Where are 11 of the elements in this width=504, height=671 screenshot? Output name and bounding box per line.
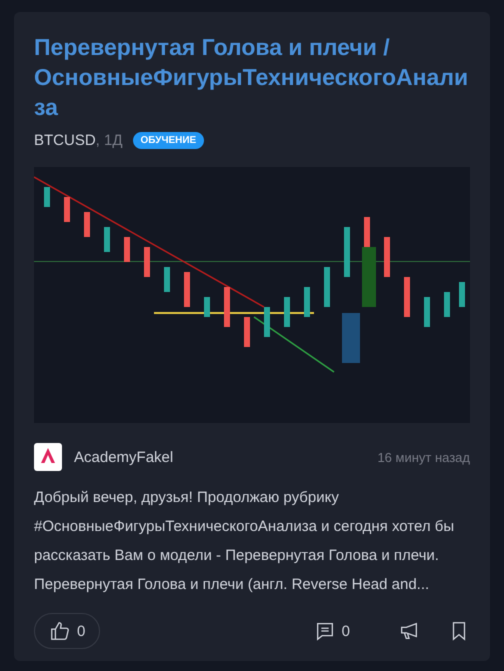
comments-button[interactable]: 0 bbox=[314, 620, 350, 642]
like-button[interactable]: 0 bbox=[34, 613, 100, 649]
author-name[interactable]: AcademyFakel bbox=[74, 448, 174, 466]
megaphone-icon[interactable] bbox=[398, 620, 420, 642]
symbol-link[interactable]: BTCUSD bbox=[34, 132, 96, 149]
thumbs-up-icon bbox=[49, 620, 71, 642]
interval-label: , 1Д bbox=[96, 132, 123, 149]
post-title[interactable]: Перевернутая Голова и плечи / ОсновныеФигурыТехническогоАнализа bbox=[34, 32, 470, 122]
avatar-icon[interactable] bbox=[34, 443, 62, 471]
post-time: 16 минут назад bbox=[377, 450, 470, 464]
post-text: Добрый вечер, друзья! Продолжаю рубрику #ОсновныеФигурыТехническогоАнализа и сегодня хотел бы рассказать Вам о модели - Перевернутая Голова и плечи. Перевернутая Голова и плечи (англ. Reverse Head and... bbox=[34, 488, 456, 595]
